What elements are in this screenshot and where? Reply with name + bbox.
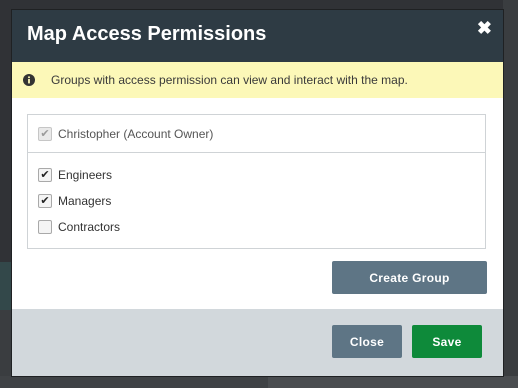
create-group-button[interactable]: Create Group bbox=[332, 261, 487, 294]
group-label: Engineers bbox=[58, 168, 113, 182]
group-label: Contractors bbox=[58, 220, 121, 234]
engineers-checkbox[interactable]: ✔ bbox=[38, 168, 52, 182]
save-button[interactable]: Save bbox=[412, 325, 482, 358]
close-button[interactable]: Close bbox=[332, 325, 402, 358]
managers-checkbox[interactable]: ✔ bbox=[38, 194, 52, 208]
background-panel-strip bbox=[0, 262, 12, 310]
dialog-header: Map Access Permissions ✖ bbox=[12, 10, 503, 62]
group-label: Managers bbox=[58, 194, 112, 208]
group-row-managers[interactable]: ✔ Managers bbox=[38, 192, 111, 210]
dialog-title: Map Access Permissions bbox=[27, 23, 267, 45]
background-panel-strip-lower bbox=[0, 310, 12, 376]
background-panel-right bbox=[503, 0, 518, 388]
owner-label: Christopher (Account Owner) bbox=[58, 127, 214, 141]
owner-checkbox-row: ✔ Christopher (Account Owner) bbox=[38, 125, 213, 143]
background-panel-bottom-right bbox=[268, 376, 518, 388]
info-circle-icon bbox=[23, 74, 35, 86]
notice-text: Groups with access permission can view a… bbox=[51, 73, 408, 87]
owner-checkbox: ✔ bbox=[38, 127, 52, 141]
group-permissions-list: ✔ Christopher (Account Owner) ✔ Engineer… bbox=[27, 114, 486, 249]
contractors-checkbox[interactable] bbox=[38, 220, 52, 234]
info-notice: Groups with access permission can view a… bbox=[12, 62, 503, 98]
group-row-engineers[interactable]: ✔ Engineers bbox=[38, 166, 112, 184]
map-access-permissions-dialog: Map Access Permissions ✖ Groups with acc… bbox=[12, 10, 503, 376]
group-row-contractors[interactable]: Contractors bbox=[38, 218, 120, 236]
close-icon[interactable]: ✖ bbox=[477, 18, 492, 39]
owner-row: ✔ Christopher (Account Owner) bbox=[28, 115, 485, 153]
